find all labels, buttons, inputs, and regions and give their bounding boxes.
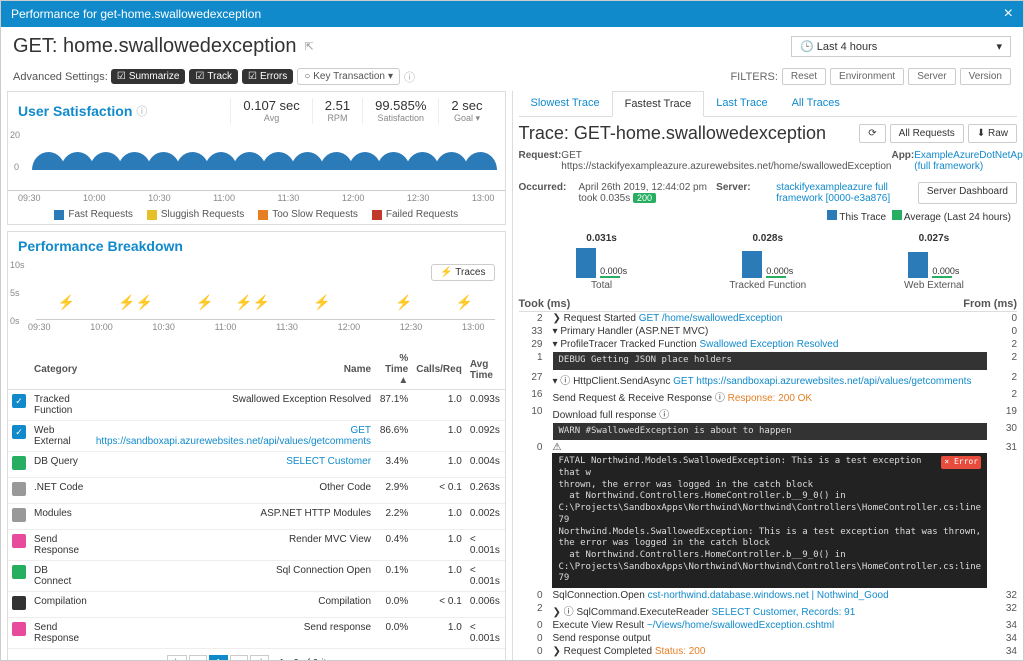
- error-tag[interactable]: × Error: [941, 456, 981, 468]
- log-warn: WARN #SwallowedException is about to hap…: [553, 423, 988, 441]
- refresh-button[interactable]: ⟳: [859, 124, 885, 143]
- pager: |‹ ‹ 1 › ›| 1 - 9 of 9 items: [8, 649, 505, 660]
- log-debug: DEBUG Getting JSON place holders: [553, 352, 988, 370]
- help-icon[interactable]: ⓘ: [136, 103, 147, 119]
- advanced-settings-label: Advanced Settings:: [13, 71, 108, 83]
- table-row[interactable]: DB QuerySELECT Customer3.4%1.00.004s: [8, 452, 505, 478]
- table-row[interactable]: ✓Web ExternalGET https://sandboxapi.azur…: [8, 421, 505, 452]
- tab-slowest[interactable]: Slowest Trace: [519, 91, 612, 116]
- server-dashboard-button[interactable]: Server Dashboard: [918, 182, 1017, 204]
- time-range-label: Last 4 hours: [817, 41, 878, 53]
- modal-title: Performance for get-home.swallowedexcept…: [11, 7, 261, 21]
- pager-page-1[interactable]: 1: [209, 655, 229, 660]
- bolt-icon: ⚡: [395, 294, 412, 311]
- user-satisfaction-panel: User Satisfaction ⓘ 0.107 secAvg 2.51RPM…: [7, 91, 506, 225]
- key-transaction-toggle[interactable]: ○ Key Transaction ▾: [297, 68, 400, 85]
- traces-button[interactable]: ⚡ Traces: [431, 264, 494, 281]
- bolt-icon: ⚡: [196, 294, 213, 311]
- reset-filter-button[interactable]: Reset: [782, 68, 826, 85]
- filters-label: FILTERS:: [730, 71, 777, 83]
- trace-tree: 2❯ Request Started GET /home/swallowedEx…: [519, 312, 1018, 658]
- tab-fastest[interactable]: Fastest Trace: [612, 91, 705, 117]
- pager-next[interactable]: ›: [230, 655, 247, 660]
- perf-chart: ⚡ Traces 10s 5s 0s ⚡ ⚡⚡ ⚡ ⚡⚡ ⚡ ⚡ ⚡: [8, 260, 505, 350]
- bolt-icon: ⚡: [313, 294, 330, 311]
- version-filter-button[interactable]: Version: [960, 68, 1011, 85]
- track-toggle[interactable]: ☑ Track: [189, 69, 238, 84]
- bolt-icon: ⚡: [456, 294, 473, 311]
- tab-last[interactable]: Last Trace: [704, 91, 779, 116]
- perf-table: Category Name % Time ▲ Calls/Req Avg Tim…: [8, 350, 505, 649]
- table-row[interactable]: Send ResponseSend response0.0%1.0< 0.001…: [8, 618, 505, 649]
- table-row[interactable]: ModulesASP.NET HTTP Modules2.2%1.00.002s: [8, 504, 505, 530]
- table-row[interactable]: CompilationCompilation0.0%< 0.10.006s: [8, 592, 505, 618]
- table-row[interactable]: .NET CodeOther Code2.9%< 0.10.263s: [8, 478, 505, 504]
- server-filter-button[interactable]: Server: [908, 68, 955, 85]
- bolt-icon: ⚡: [118, 294, 135, 311]
- close-icon[interactable]: ×: [1004, 5, 1013, 23]
- trace-tabs: Slowest Trace Fastest Trace Last Trace A…: [519, 91, 1018, 117]
- user-satisfaction-title: User Satisfaction: [18, 103, 132, 119]
- trace-title: Trace: GET-home.swallowedexception: [519, 123, 826, 144]
- table-row[interactable]: Send ResponseRender MVC View0.4%1.0< 0.0…: [8, 530, 505, 561]
- bolt-icon: ⚡: [235, 294, 252, 311]
- tab-all[interactable]: All Traces: [780, 91, 852, 116]
- all-requests-button[interactable]: All Requests: [890, 124, 964, 143]
- pager-prev[interactable]: ‹: [189, 655, 206, 660]
- page-title: GET: home.swallowedexception: [13, 35, 296, 58]
- log-fatal: × ErrorFATAL Northwind.Models.SwallowedE…: [552, 453, 987, 588]
- bolt-icon: ⚡: [136, 294, 153, 311]
- bolt-icon: ⚡: [252, 294, 269, 311]
- help-icon[interactable]: ⓘ: [404, 69, 415, 85]
- summarize-toggle[interactable]: ☑ Summarize: [111, 69, 186, 84]
- table-row[interactable]: ✓Tracked FunctionSwallowed Exception Res…: [8, 390, 505, 421]
- env-filter-button[interactable]: Environment: [830, 68, 904, 85]
- raw-button[interactable]: ⬇ Raw: [968, 124, 1017, 143]
- errors-toggle[interactable]: ☑ Errors: [242, 69, 293, 84]
- table-row[interactable]: DB ConnectSql Connection Open0.1%1.0< 0.…: [8, 561, 505, 592]
- bolt-icon: ⚡: [58, 294, 75, 311]
- clock-icon: 🕒: [800, 40, 817, 53]
- pager-first[interactable]: |‹: [167, 655, 187, 660]
- status-badge: 200: [633, 193, 656, 203]
- pager-last[interactable]: ›|: [250, 655, 270, 660]
- performance-breakdown-panel: Performance Breakdown ⚡ Traces 10s 5s 0s…: [7, 231, 506, 660]
- chevron-down-icon: ▾: [996, 40, 1002, 53]
- perf-title: Performance Breakdown: [18, 238, 183, 254]
- mini-charts: 0.031s0.000sTotal0.028s0.000sTracked Fun…: [519, 227, 1018, 297]
- external-link-icon[interactable]: ⇱: [304, 40, 313, 53]
- satisfaction-chart: 20 0: [8, 130, 505, 190]
- time-range-select[interactable]: 🕒 Last 4 hours ▾: [791, 36, 1011, 57]
